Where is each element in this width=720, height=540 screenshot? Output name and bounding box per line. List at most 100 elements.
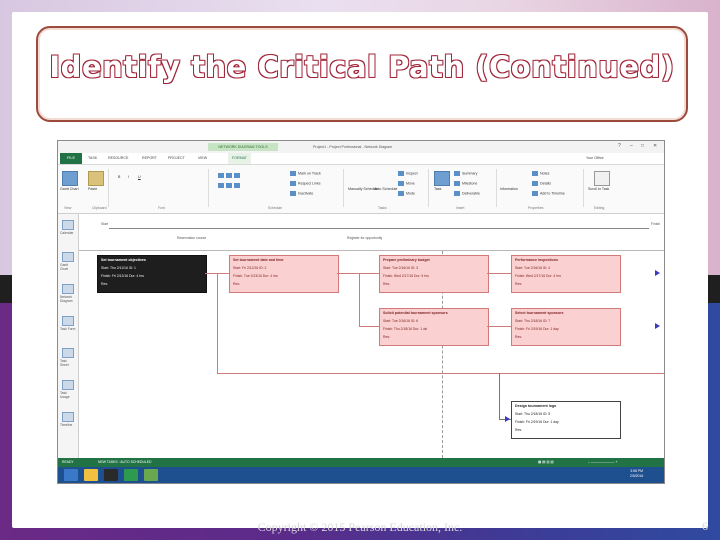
taskbar-clock[interactable]: 3:58 PM 2/5/2016 [630,469,643,479]
inspect-button[interactable]: Inspect [398,171,418,176]
mark-on-track-button[interactable]: Mark on Track [290,171,321,176]
timeline-milestone-2: Register for opportunity [347,236,383,240]
sidebar-item-task-sheet[interactable]: Task Sheet [60,348,76,367]
timeline-start: Start [101,222,109,226]
view-shortcuts-icon[interactable]: ▦ ▤ ▥ ▧ [538,459,554,466]
timeline-bar[interactable] [109,228,649,229]
task-node[interactable]: Select tournament sponsors Start: Thu 2/… [511,308,621,346]
group-view: View [64,206,72,210]
task-start: Start: Thu 2/18/16 ID: 7 [515,319,551,323]
move-button[interactable]: Move [398,181,415,186]
add-to-timeline-button[interactable]: Add to Timeline [532,191,565,196]
schedule-bar-2[interactable] [218,183,242,188]
user-account[interactable]: Your Office [586,153,604,164]
tab-project[interactable]: PROJECT [168,153,185,164]
project-icon[interactable] [144,469,158,481]
tab-file[interactable]: FILE [60,153,82,164]
task-button[interactable]: Task [434,187,441,191]
sidebar-item-network[interactable]: Network Diagram [60,284,76,303]
close-icon[interactable]: ✕ [653,143,657,149]
usage-icon [62,380,74,390]
notes-button[interactable]: Notes [532,171,549,176]
project-screenshot: NETWORK DIAGRAM TOOLS Project1 - Project… [57,140,665,484]
group-tasks: Tasks [378,206,387,210]
sheet-icon [62,348,74,358]
status-bar: READY NEW TASKS : AUTO SCHEDULED ▦ ▤ ▥ ▧… [58,458,664,467]
scroll-to-task-icon[interactable] [594,171,610,186]
help-icon[interactable]: ? [618,143,621,149]
schedule-bar-1[interactable] [218,173,242,178]
task-node[interactable]: Performance inspections Start: Tue 2/16/… [511,255,621,293]
italic-button[interactable]: I [128,175,129,179]
continue-arrow-icon[interactable] [655,270,660,276]
task-resource: Res: [515,282,522,286]
task-title: Prepare preliminary budget [383,258,430,262]
inactivate-button[interactable]: Inactivate [290,191,313,196]
task-title: Set tournament date and time [233,258,284,262]
task-finish: Finish: Fri 2/19/16 Dur: 1 day [515,327,559,331]
details-button[interactable]: Details [532,181,551,186]
summary-button[interactable]: Summary [454,171,477,176]
task-start: Start: Tue 2/16/16 ID: 3 [383,266,419,270]
task-node[interactable]: Solicit potential tournament sponsors St… [379,308,489,346]
task-node[interactable]: Prepare preliminary budget Start: Tue 2/… [379,255,489,293]
explorer-icon[interactable] [84,469,98,481]
task-finish: Finish: Fri 2/19/16 Dur: 1 day [515,420,559,424]
group-font: Font [158,206,165,210]
status-ready: READY [62,460,74,464]
maximize-icon[interactable]: □ [641,143,644,149]
bold-button[interactable]: B [118,175,120,179]
task-node[interactable]: Design tournament logo Start: Thu 2/18/1… [511,401,621,439]
sidebar-item-gantt[interactable]: Gantt Chart [60,252,76,271]
view-bar: Calendar Gantt Chart Network Diagram Tas… [58,214,79,458]
scroll-to-task-button[interactable]: Scroll to Task [588,187,609,191]
timeline-pane: Start Reservation course Register for op… [79,214,664,251]
sidebar-item-timeline[interactable]: Timeline [60,412,76,427]
deliverable-button[interactable]: Deliverable [454,191,480,196]
group-clipboard: Clipboard [92,206,107,210]
task-start: Start: Tue 2/16/16 ID: 6 [383,319,419,323]
sidebar-item-task-usage[interactable]: Task Usage [60,380,76,399]
tab-view[interactable]: VIEW [198,153,207,164]
paste-button[interactable]: Paste [88,187,97,191]
milestone-button[interactable]: Milestone [454,181,477,186]
ribbon-separator [496,169,497,207]
task-icon[interactable] [434,171,450,186]
gantt-chart-icon[interactable] [62,171,78,186]
ribbon-tabs: FILE TASK RESOURCE REPORT PROJECT VIEW F… [58,153,664,165]
context-tab[interactable]: NETWORK DIAGRAM TOOLS [208,143,278,151]
zoom-slider[interactable]: – ——————— + [588,459,617,466]
excel-icon[interactable] [124,469,138,481]
tab-task[interactable]: TASK [88,153,97,164]
calendar-icon [62,220,74,230]
task-finish: Finish: Thu 2/18/16 Dur: 1 wk [383,327,428,331]
tab-format[interactable]: FORMAT [228,153,251,164]
task-node[interactable]: Set tournament objectives Start: Thu 2/1… [97,255,207,293]
task-title: Performance inspections [515,258,558,262]
ie-icon[interactable] [64,469,78,481]
ribbon-separator [428,169,429,207]
respect-links-button[interactable]: Respect Links [290,181,321,186]
continue-arrow-icon[interactable] [655,323,660,329]
sidebar-item-calendar[interactable]: Calendar [60,220,76,235]
task-title: Solicit potential tournament sponsors [383,311,448,315]
task-start: Start: Fri 2/12/16 ID: 2 [233,266,267,270]
minimize-icon[interactable]: – [630,143,633,149]
sidebar-item-task-form[interactable]: Task Form [60,316,76,331]
status-new-tasks[interactable]: NEW TASKS : AUTO SCHEDULED [98,459,152,466]
gantt-chart-button[interactable]: Gantt Chart [60,187,79,191]
tab-report[interactable]: REPORT [142,153,157,164]
tab-resource[interactable]: RESOURCE [108,153,128,164]
task-resource: Res: [101,282,108,286]
task-node[interactable]: Set tournament date and time Start: Fri … [229,255,339,293]
mode-button[interactable]: Mode [398,191,415,196]
windows-taskbar: 3:58 PM 2/5/2016 [58,467,664,483]
information-button[interactable]: Information [500,187,518,191]
window-titlebar: NETWORK DIAGRAM TOOLS Project1 - Project… [58,141,664,153]
auto-schedule-button[interactable]: Auto Schedule [374,187,397,191]
app-icon[interactable] [104,469,118,481]
continue-arrow-icon[interactable] [505,416,510,422]
underline-button[interactable]: U [138,175,141,179]
paste-icon[interactable] [88,171,104,186]
group-schedule: Schedule [268,206,283,210]
